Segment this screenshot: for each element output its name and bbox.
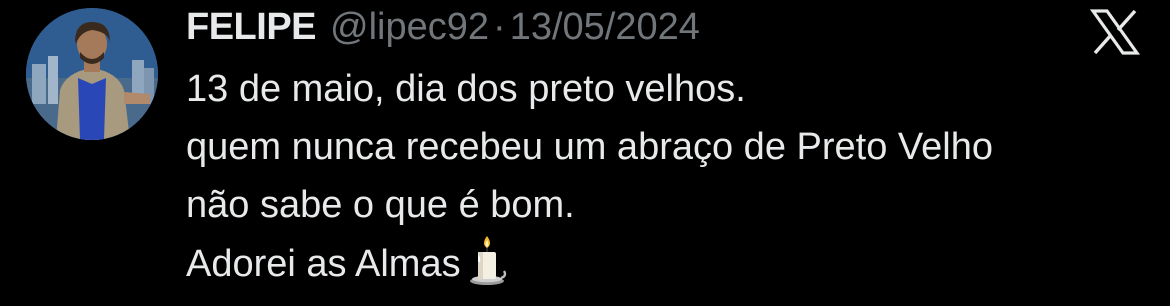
avatar[interactable]	[26, 8, 158, 140]
tweet-line: não sabe o que é bom.	[186, 184, 575, 226]
display-name[interactable]: FELIPE	[186, 6, 317, 49]
tweet-line: quem nunca recebeu um abraço de Preto Ve…	[186, 126, 993, 168]
tweet-text: 13 de maio, dia dos preto velhos. quem n…	[186, 60, 1156, 293]
separator-dot: ·	[493, 5, 506, 48]
candle-emoji-icon	[469, 236, 506, 285]
tweet-line-text: Adorei as Almas	[186, 243, 461, 285]
tweet-card: FELIPE @lipec92 · 13/05/2024 13 de maio,…	[0, 0, 1170, 306]
x-logo-icon	[1090, 9, 1140, 55]
tweet-header: FELIPE @lipec92 · 13/05/2024	[186, 2, 700, 52]
tweet-line: 13 de maio, dia dos preto velhos.	[186, 68, 746, 110]
tweet-date[interactable]: 13/05/2024	[510, 6, 700, 49]
user-handle[interactable]: @lipec92	[330, 6, 489, 49]
tweet-line-last: Adorei as Almas	[186, 234, 1156, 293]
